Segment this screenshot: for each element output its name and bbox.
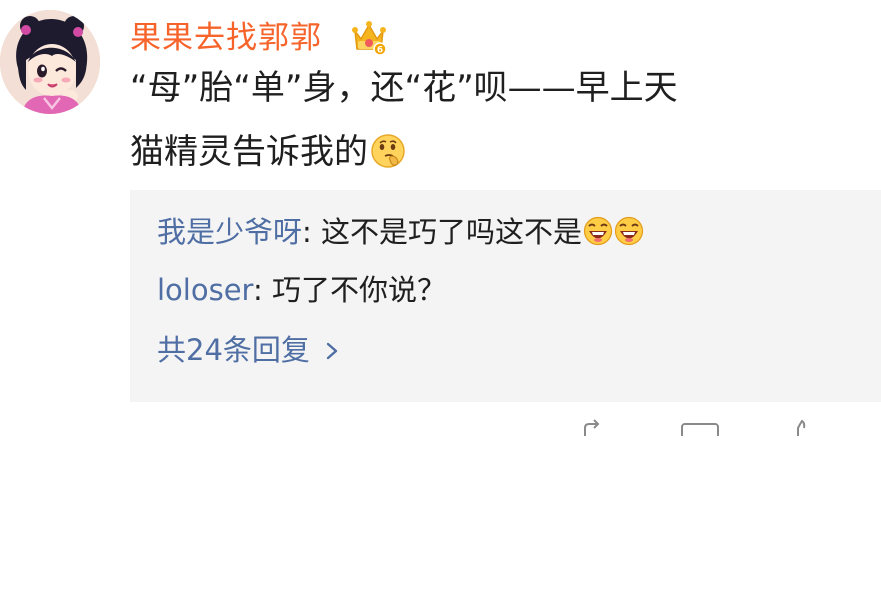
comment-icon[interactable] <box>680 418 720 436</box>
comment-text: 这不是巧了吗这不是 <box>321 215 583 249</box>
weibo-post: 果果去找郭郭 6 “母”胎“单”身，还“花”呗——早上天 猫精灵告诉我的 我是少… <box>0 0 881 601</box>
share-icon[interactable] <box>582 418 604 436</box>
post-text-line-2: 猫精灵告诉我的 <box>130 132 368 172</box>
like-icon[interactable] <box>788 418 814 436</box>
comment-item[interactable]: loloser: 巧了不你说？ <box>157 270 446 310</box>
watermark: 坏男人 <box>834 546 881 601</box>
post-actions-bar <box>560 418 881 436</box>
svg-text:6: 6 <box>377 46 383 56</box>
comment-item[interactable]: 我是少爷呀: 这不是巧了吗这不是 <box>157 212 644 252</box>
thinking-face-emoji-icon <box>370 133 406 169</box>
comments-preview[interactable]: 我是少爷呀: 这不是巧了吗这不是 loloser: 巧了不你说？ 共24条回复 … <box>130 190 881 601</box>
comment-separator: : <box>252 273 272 307</box>
avatar-illustration <box>0 10 100 114</box>
laughing-emoji-icon <box>583 216 613 246</box>
username[interactable]: 果果去找郭郭 <box>130 18 322 58</box>
comment-author-link[interactable]: loloser <box>157 273 253 307</box>
user-avatar[interactable] <box>0 10 100 114</box>
chevron-right-icon <box>324 341 340 361</box>
comment-separator: : <box>302 215 322 249</box>
reply-count-label: 共24条回复 <box>157 333 310 367</box>
comment-text: 巧了不你说？ <box>271 273 446 307</box>
crown-badge-icon[interactable]: 6 <box>349 17 389 57</box>
post-content: “母”胎“单”身，还“花”呗——早上天 猫精灵告诉我的 <box>130 62 881 178</box>
laughing-emoji-icon <box>614 216 644 246</box>
comment-author-link[interactable]: 我是少爷呀 <box>157 215 302 249</box>
post-text-line-1: “母”胎“单”身，还“花”呗——早上天 <box>130 68 678 108</box>
view-all-replies-link[interactable]: 共24条回复 <box>157 330 340 370</box>
post-text-line-2-wrap: 猫精灵告诉我的 <box>130 126 881 178</box>
